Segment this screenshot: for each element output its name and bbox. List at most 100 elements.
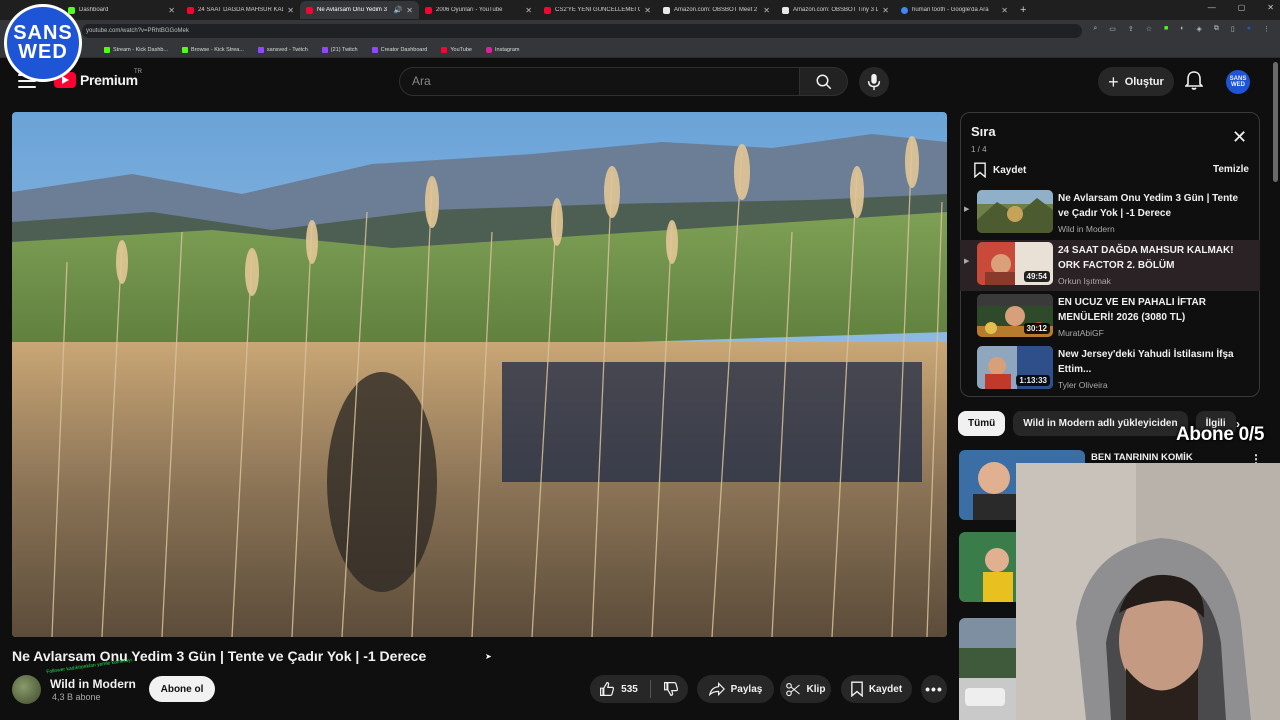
- share-icon[interactable]: ⇪: [1128, 25, 1134, 33]
- browser-tab[interactable]: Amazon.com: OBSBOT Meet 2 ✕: [657, 1, 776, 19]
- tab-title: Ne Avlarsam Onu Yedim 3: [317, 7, 387, 13]
- thumbnail-image: [977, 190, 1053, 233]
- youtube-premium-logo[interactable]: Premium TR: [54, 69, 142, 88]
- more-actions-button[interactable]: •••: [921, 675, 947, 703]
- bookmark-item[interactable]: Instagram: [486, 46, 520, 53]
- queue-save-button[interactable]: Kaydet: [974, 162, 1026, 178]
- bookmark-item[interactable]: Creator Dashboard: [371, 46, 428, 53]
- create-button[interactable]: + Oluştur: [1098, 67, 1174, 96]
- bookmark-item[interactable]: Browse - Kick Strea...: [182, 46, 244, 53]
- close-window-icon[interactable]: ✕: [1267, 3, 1274, 12]
- bookmark-item[interactable]: Stream - Kick Dashb...: [104, 46, 169, 53]
- kick-icon: [104, 46, 110, 53]
- speaker-icon[interactable]: 🔊: [394, 6, 403, 14]
- instagram-icon: [486, 46, 492, 53]
- browser-tab-active[interactable]: Ne Avlarsam Onu Yedim 3 🔊 ✕: [300, 1, 419, 19]
- tab-title: human tooth - Google'da Ara: [912, 7, 989, 13]
- close-icon[interactable]: ✕: [168, 6, 175, 15]
- channel-name[interactable]: Wild in Modern: [50, 677, 136, 691]
- video-duration: 49:54: [1023, 271, 1050, 282]
- account-avatar[interactable]: SANS WED: [1226, 70, 1250, 94]
- queue-clear-button[interactable]: Temizle: [1213, 164, 1249, 175]
- share-label: Paylaş: [730, 683, 763, 695]
- bookmark-star-icon[interactable]: ☆: [1146, 25, 1152, 33]
- notifications-button[interactable]: [1184, 71, 1204, 91]
- browser-tab[interactable]: Amazon.com: OBSBOT Tiny 3 L ✕: [776, 1, 895, 19]
- twitch-icon: [321, 46, 328, 53]
- close-icon[interactable]: ✕: [644, 6, 651, 15]
- close-icon[interactable]: ✕: [525, 6, 532, 15]
- close-icon[interactable]: ✕: [763, 6, 770, 15]
- bookmark-item[interactable]: (21) Twitch: [321, 46, 358, 53]
- close-icon[interactable]: ✕: [882, 6, 889, 15]
- queue-item-title: New Jersey'deki Yahudi İstilasını İfşa E…: [1058, 349, 1234, 375]
- extension-icon[interactable]: ◐: [1180, 25, 1184, 33]
- video-thumbnail: 30:12: [977, 294, 1053, 337]
- amazon-icon: [663, 6, 670, 14]
- window-controls: — ▢ ✕: [1208, 3, 1274, 12]
- maximize-icon[interactable]: ▢: [1238, 3, 1246, 12]
- extensions-puzzle-icon[interactable]: ⧉: [1214, 25, 1219, 33]
- queue-item-title: 24 SAAT DAĞDA MAHSUR KALMAK! ORK FACTOR …: [1058, 245, 1234, 271]
- chip-from-uploader[interactable]: Wild in Modern adlı yükleyiciden: [1013, 411, 1188, 436]
- close-icon[interactable]: ✕: [1232, 128, 1247, 146]
- recommendation-thumbnail[interactable]: [959, 532, 1019, 602]
- chip-all[interactable]: Tümü: [958, 411, 1006, 436]
- video-title: Ne Avlarsam Onu Yedim 3 Gün | Tente ve Ç…: [12, 648, 427, 664]
- bookmark-label: sansved - Twitch: [266, 46, 308, 53]
- like-button[interactable]: 535: [599, 681, 638, 697]
- search-input[interactable]: Ara: [399, 67, 800, 96]
- share-button[interactable]: Paylaş: [697, 675, 774, 703]
- video-player[interactable]: [12, 112, 947, 637]
- subscribe-button[interactable]: Abone ol: [149, 676, 215, 702]
- queue-item[interactable]: ▶ Ne Avlarsam Onu Yedim 3 Gün | Tente ve…: [960, 188, 1260, 239]
- subscriber-goal-overlay: Abone 0/5: [1176, 424, 1265, 445]
- thumbs-down-icon[interactable]: [663, 681, 679, 697]
- bookmark-item[interactable]: sansved - Twitch: [257, 46, 308, 53]
- recommendation-title[interactable]: BEN TANRININ KOMİK: [1091, 452, 1193, 463]
- new-tab-button[interactable]: +: [1014, 4, 1026, 16]
- subscriber-count: 4,3 B abone: [52, 692, 101, 702]
- browser-tab[interactable]: CS2'YE YENİ GÜNCELLEMEI CS ✕: [538, 1, 657, 19]
- minimize-icon[interactable]: —: [1208, 3, 1216, 12]
- more-icon: •••: [925, 681, 943, 697]
- queue-item[interactable]: ▶ 49:54 24 SAAT DAĞDA MAHSUR KALMAK! ORK…: [960, 240, 1260, 291]
- browser-tab[interactable]: 2006 Oyunları - YouTube ✕: [419, 1, 538, 19]
- close-icon[interactable]: ✕: [1001, 6, 1008, 15]
- bookmark-label: Creator Dashboard: [380, 46, 428, 53]
- divider: [649, 680, 651, 698]
- bookmark-item[interactable]: YouTube: [441, 46, 472, 53]
- browser-tab[interactable]: Dashboard ✕: [62, 1, 181, 19]
- page-scrollbar[interactable]: [1273, 62, 1278, 182]
- zoom-icon[interactable]: ⌕: [1093, 25, 1097, 33]
- bookmark-icon: [974, 162, 986, 178]
- clip-button[interactable]: Klip: [780, 675, 831, 703]
- close-icon[interactable]: ✕: [287, 6, 294, 15]
- search-icon: [816, 74, 831, 89]
- browser-tab[interactable]: human tooth - Google'da Ara ✕: [895, 1, 1014, 19]
- queue-item[interactable]: 1:13:33 New Jersey'deki Yahudi İstilasın…: [960, 344, 1260, 395]
- thumbnail-image: [959, 618, 1019, 720]
- region-code: TR: [134, 69, 142, 75]
- search-button[interactable]: [800, 67, 848, 96]
- cast-icon[interactable]: ▭: [1109, 25, 1116, 33]
- queue-item[interactable]: 30:12 EN UCUZ VE EN PAHALI İFTAR MENÜLER…: [960, 292, 1260, 343]
- save-button[interactable]: Kaydet: [841, 675, 912, 703]
- extension-icon[interactable]: ■: [1164, 25, 1168, 33]
- bookmark-icon: [850, 681, 863, 697]
- profile-icon[interactable]: ●: [1247, 25, 1251, 33]
- share-icon: [708, 682, 725, 696]
- channel-avatar[interactable]: [12, 675, 41, 704]
- recommendation-thumbnail[interactable]: [959, 618, 1019, 720]
- extension-icon[interactable]: ◈: [1197, 25, 1202, 33]
- browser-menu-icon[interactable]: ⋮: [1263, 25, 1270, 33]
- sidebar-icon[interactable]: ▯: [1231, 25, 1235, 33]
- url-field[interactable]: youtube.com/watch?v=PRhtBGGoMek: [82, 24, 1082, 38]
- close-icon[interactable]: ✕: [406, 6, 413, 15]
- bookmark-label: Instagram: [495, 46, 520, 53]
- browser-tab[interactable]: 24 SAAT DAĞDA MAHSUR KAL... ✕: [181, 1, 300, 19]
- mouse-cursor: ➤: [485, 652, 492, 661]
- bookmark-label: Stream - Kick Dashb...: [113, 46, 169, 53]
- tab-title: CS2'YE YENİ GÜNCELLEMEI CS: [555, 7, 641, 13]
- voice-search-button[interactable]: [859, 67, 889, 97]
